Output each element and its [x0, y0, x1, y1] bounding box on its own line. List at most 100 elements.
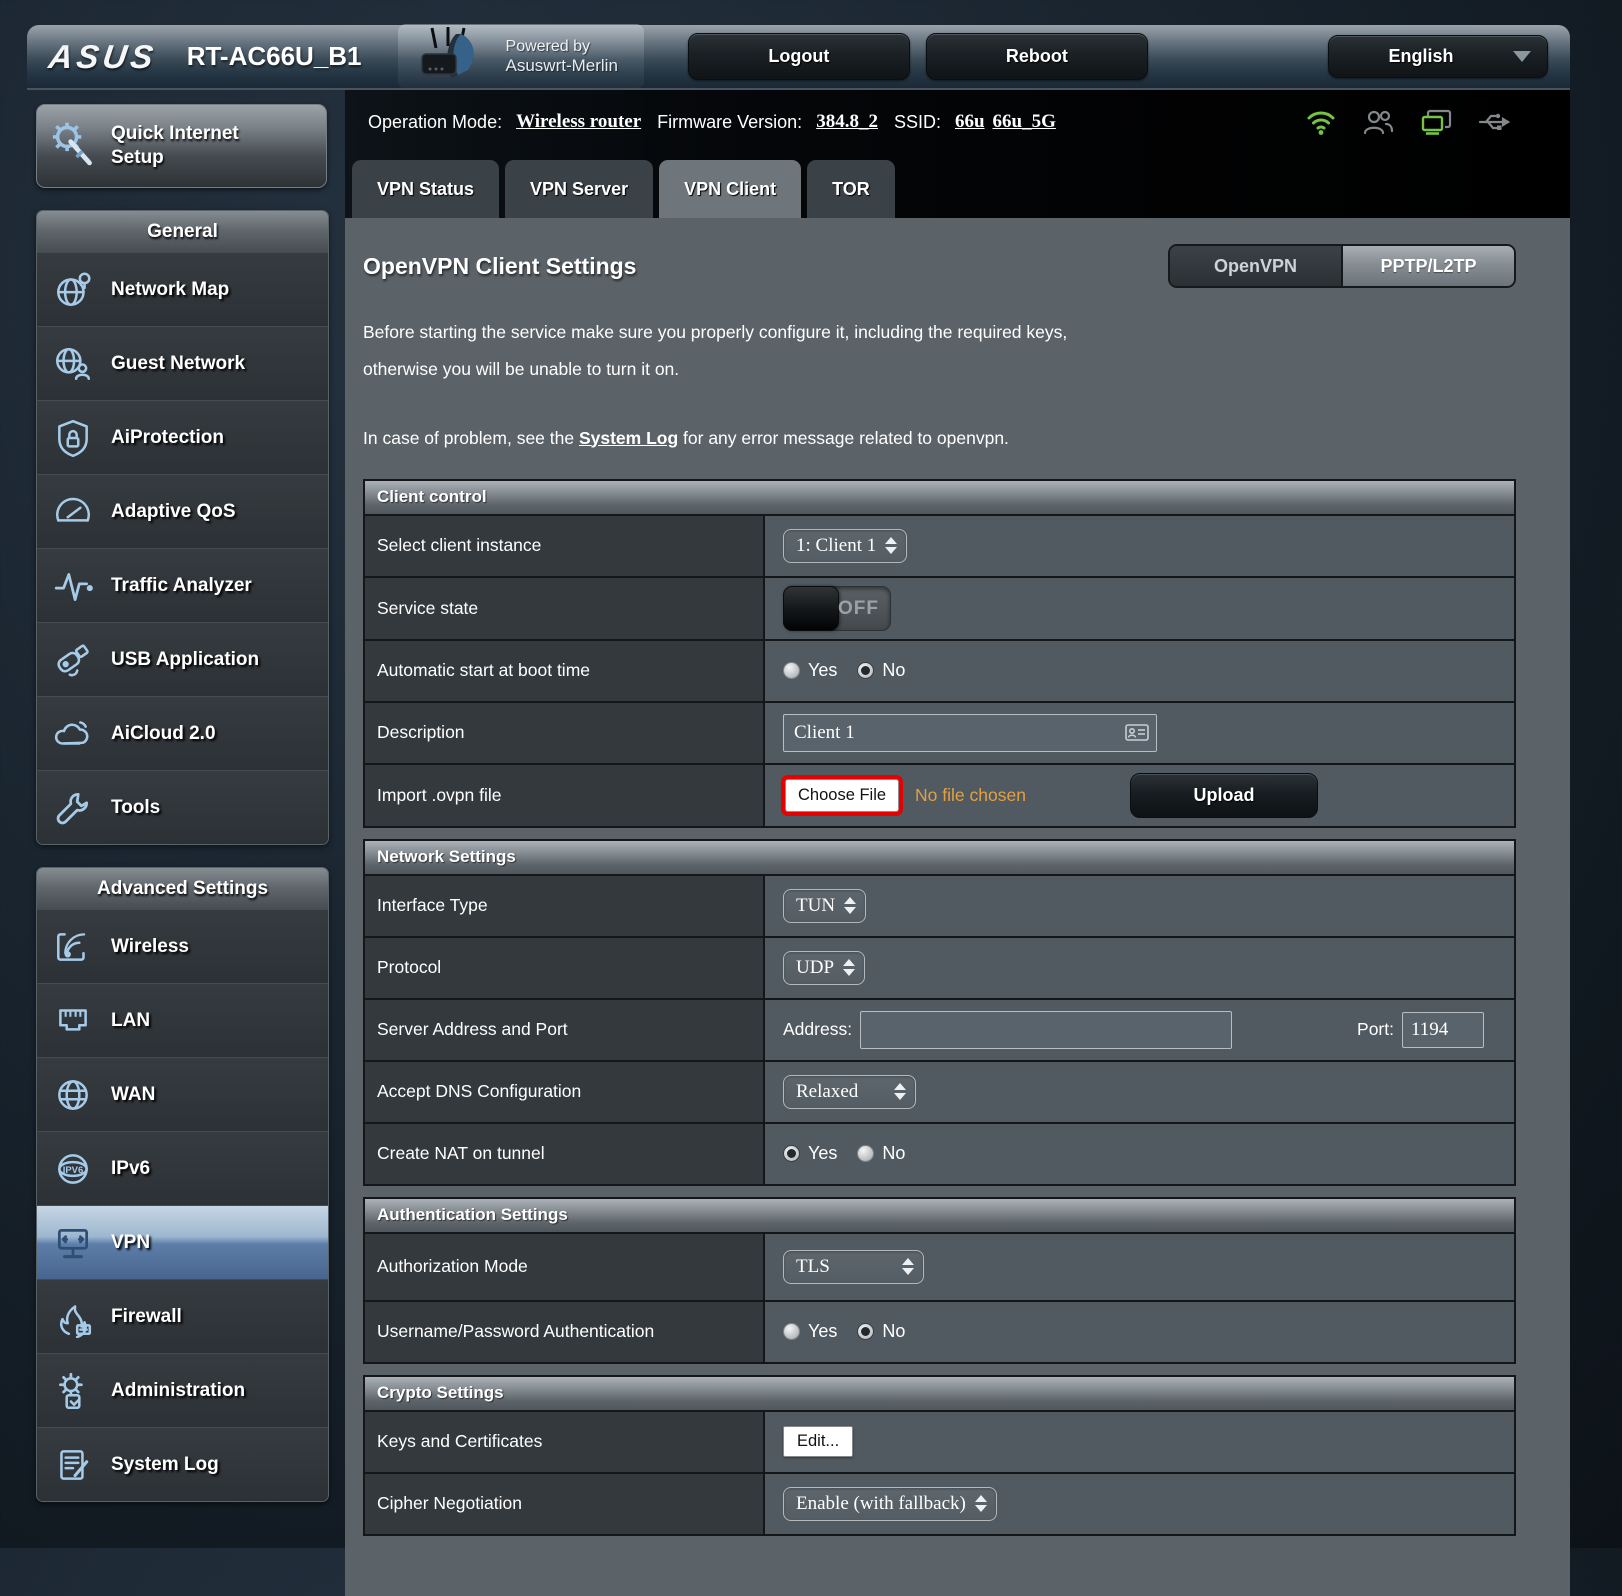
upload-button[interactable]: Upload — [1130, 773, 1318, 818]
firmware-version-link[interactable]: 384.8_2 — [816, 111, 878, 133]
port-label: Port: — [1357, 1019, 1394, 1040]
sidebar-item-wan[interactable]: WAN — [37, 1057, 328, 1131]
general-nav-block: General Network Map — [36, 210, 329, 845]
interface-type-select[interactable]: TUN — [783, 889, 866, 923]
network-map-icon — [49, 269, 97, 311]
select-arrows-icon — [975, 1495, 987, 1512]
nat-yes-radio[interactable] — [783, 1145, 800, 1162]
interface-type-label: Interface Type — [365, 876, 765, 936]
sidebar-item-network-map[interactable]: Network Map — [37, 252, 328, 326]
router-image — [406, 26, 492, 87]
sidebar-item-administration[interactable]: Administration — [37, 1353, 328, 1427]
ssid-link-2[interactable]: 66u_5G — [993, 111, 1056, 133]
client-control-header: Client control — [365, 481, 1514, 516]
info-bar: Operation Mode: Wireless router Firmware… — [345, 90, 1570, 154]
sidebar-item-system-log[interactable]: System Log — [37, 1427, 328, 1501]
auto-start-yes-radio[interactable] — [783, 662, 800, 679]
quick-setup-label: Quick InternetSetup — [111, 122, 239, 170]
accept-dns-select[interactable]: Relaxed — [783, 1075, 916, 1109]
tab-vpn-server[interactable]: VPN Server — [505, 160, 653, 218]
userpass-yes-radio[interactable] — [783, 1323, 800, 1340]
vpn-monitor-icon — [49, 1222, 97, 1264]
address-label: Address: — [783, 1019, 852, 1040]
openvpn-button[interactable]: OpenVPN — [1170, 246, 1341, 286]
sidebar-item-tools[interactable]: Tools — [37, 770, 328, 844]
sidebar-item-adaptive-qos[interactable]: Adaptive QoS — [37, 474, 328, 548]
operation-mode-link[interactable]: Wireless router — [516, 111, 641, 133]
reboot-button[interactable]: Reboot — [926, 33, 1148, 80]
globe-icon — [49, 1074, 97, 1116]
select-arrows-icon — [844, 897, 856, 914]
tab-vpn-status[interactable]: VPN Status — [352, 160, 499, 218]
sidebar-item-vpn[interactable]: VPN — [37, 1205, 328, 1279]
wireless-icon — [49, 926, 97, 968]
clients-icon[interactable] — [1362, 109, 1394, 135]
advanced-section-title: Advanced Settings — [37, 868, 328, 909]
wifi-icon[interactable] — [1306, 108, 1336, 136]
main-column: Operation Mode: Wireless router Firmware… — [345, 90, 1570, 1596]
import-ovpn-label: Import .ovpn file — [365, 765, 765, 826]
problem-text: In case of problem, see the System Log f… — [363, 428, 1516, 449]
usb-icon[interactable] — [1478, 111, 1512, 133]
import-ovpn-row: Import .ovpn file Choose File No file ch… — [365, 763, 1514, 826]
sidebar-item-usb-application[interactable]: USB Application — [37, 622, 328, 696]
gauge-icon — [49, 491, 97, 533]
userpass-no-label: No — [882, 1321, 905, 1342]
edit-keys-button[interactable]: Edit... — [783, 1426, 853, 1457]
ssid-label: SSID: — [894, 112, 941, 133]
server-address-row: Server Address and Port Address: Port: — [365, 998, 1514, 1060]
client-instance-select[interactable]: 1: Client 1 — [783, 529, 907, 563]
create-nat-row: Create NAT on tunnel Yes No — [365, 1122, 1514, 1184]
toggle-state-label: OFF — [838, 587, 879, 630]
auto-start-no-radio[interactable] — [857, 662, 874, 679]
sidebar-item-aiprotection[interactable]: AiProtection — [37, 400, 328, 474]
sidebar-item-ipv6[interactable]: IPV6 IPv6 — [37, 1131, 328, 1205]
cipher-negotiation-select[interactable]: Enable (with fallback) — [783, 1487, 997, 1521]
select-arrows-icon — [902, 1258, 914, 1275]
quick-internet-setup-button[interactable]: Quick InternetSetup — [36, 104, 327, 188]
status-icon-group — [1306, 108, 1512, 136]
top-banner: ASUS RT-AC66U_B1 Powered by Asuswrt-Merl… — [27, 25, 1570, 90]
create-nat-label: Create NAT on tunnel — [365, 1124, 765, 1184]
accept-dns-row: Accept DNS Configuration Relaxed — [365, 1060, 1514, 1122]
sidebar-item-wireless[interactable]: Wireless — [37, 909, 328, 983]
cloud-icon — [49, 713, 97, 755]
guest-network-icon — [49, 343, 97, 385]
sidebar-item-firewall[interactable]: Firewall — [37, 1279, 328, 1353]
display-icon[interactable] — [1420, 108, 1452, 136]
protocol-label: Protocol — [365, 938, 765, 998]
select-arrows-icon — [894, 1083, 906, 1100]
auto-start-yes-label: Yes — [808, 660, 837, 681]
sidebar: Quick InternetSetup General Network Map — [27, 90, 327, 1502]
quick-setup-icon — [47, 118, 99, 175]
auto-start-no-label: No — [882, 660, 905, 681]
port-input[interactable] — [1402, 1012, 1484, 1048]
system-log-link[interactable]: System Log — [579, 428, 678, 448]
general-section-title: General — [37, 211, 328, 252]
sidebar-item-traffic-analyzer[interactable]: Traffic Analyzer — [37, 548, 328, 622]
logout-button[interactable]: Logout — [688, 33, 910, 80]
sidebar-item-lan[interactable]: LAN — [37, 983, 328, 1057]
nat-no-radio[interactable] — [857, 1145, 874, 1162]
sidebar-item-aicloud[interactable]: AiCloud 2.0 — [37, 696, 328, 770]
vpn-type-switcher: OpenVPN PPTP/L2TP — [1168, 244, 1516, 288]
tab-tor[interactable]: TOR — [807, 160, 895, 218]
toggle-knob — [783, 586, 839, 631]
choose-file-button[interactable]: Choose File — [785, 779, 899, 812]
ssid-link-1[interactable]: 66u — [955, 111, 985, 133]
address-input[interactable] — [860, 1011, 1232, 1049]
language-dropdown[interactable]: English — [1328, 35, 1548, 78]
description-input[interactable] — [783, 714, 1157, 752]
page-title: OpenVPN Client Settings — [363, 253, 636, 280]
select-client-row: Select client instance 1: Client 1 — [365, 516, 1514, 576]
authorization-mode-select[interactable]: TLS — [783, 1250, 924, 1284]
userpass-no-radio[interactable] — [857, 1323, 874, 1340]
protocol-select[interactable]: UDP — [783, 951, 865, 985]
pptp-l2tp-button[interactable]: PPTP/L2TP — [1341, 246, 1514, 286]
language-label: English — [1329, 46, 1513, 67]
description-label: Description — [365, 703, 765, 763]
sidebar-item-guest-network[interactable]: Guest Network — [37, 326, 328, 400]
usb-stick-icon — [49, 639, 97, 681]
tab-vpn-client[interactable]: VPN Client — [659, 160, 801, 218]
service-state-toggle[interactable]: OFF — [783, 586, 891, 631]
